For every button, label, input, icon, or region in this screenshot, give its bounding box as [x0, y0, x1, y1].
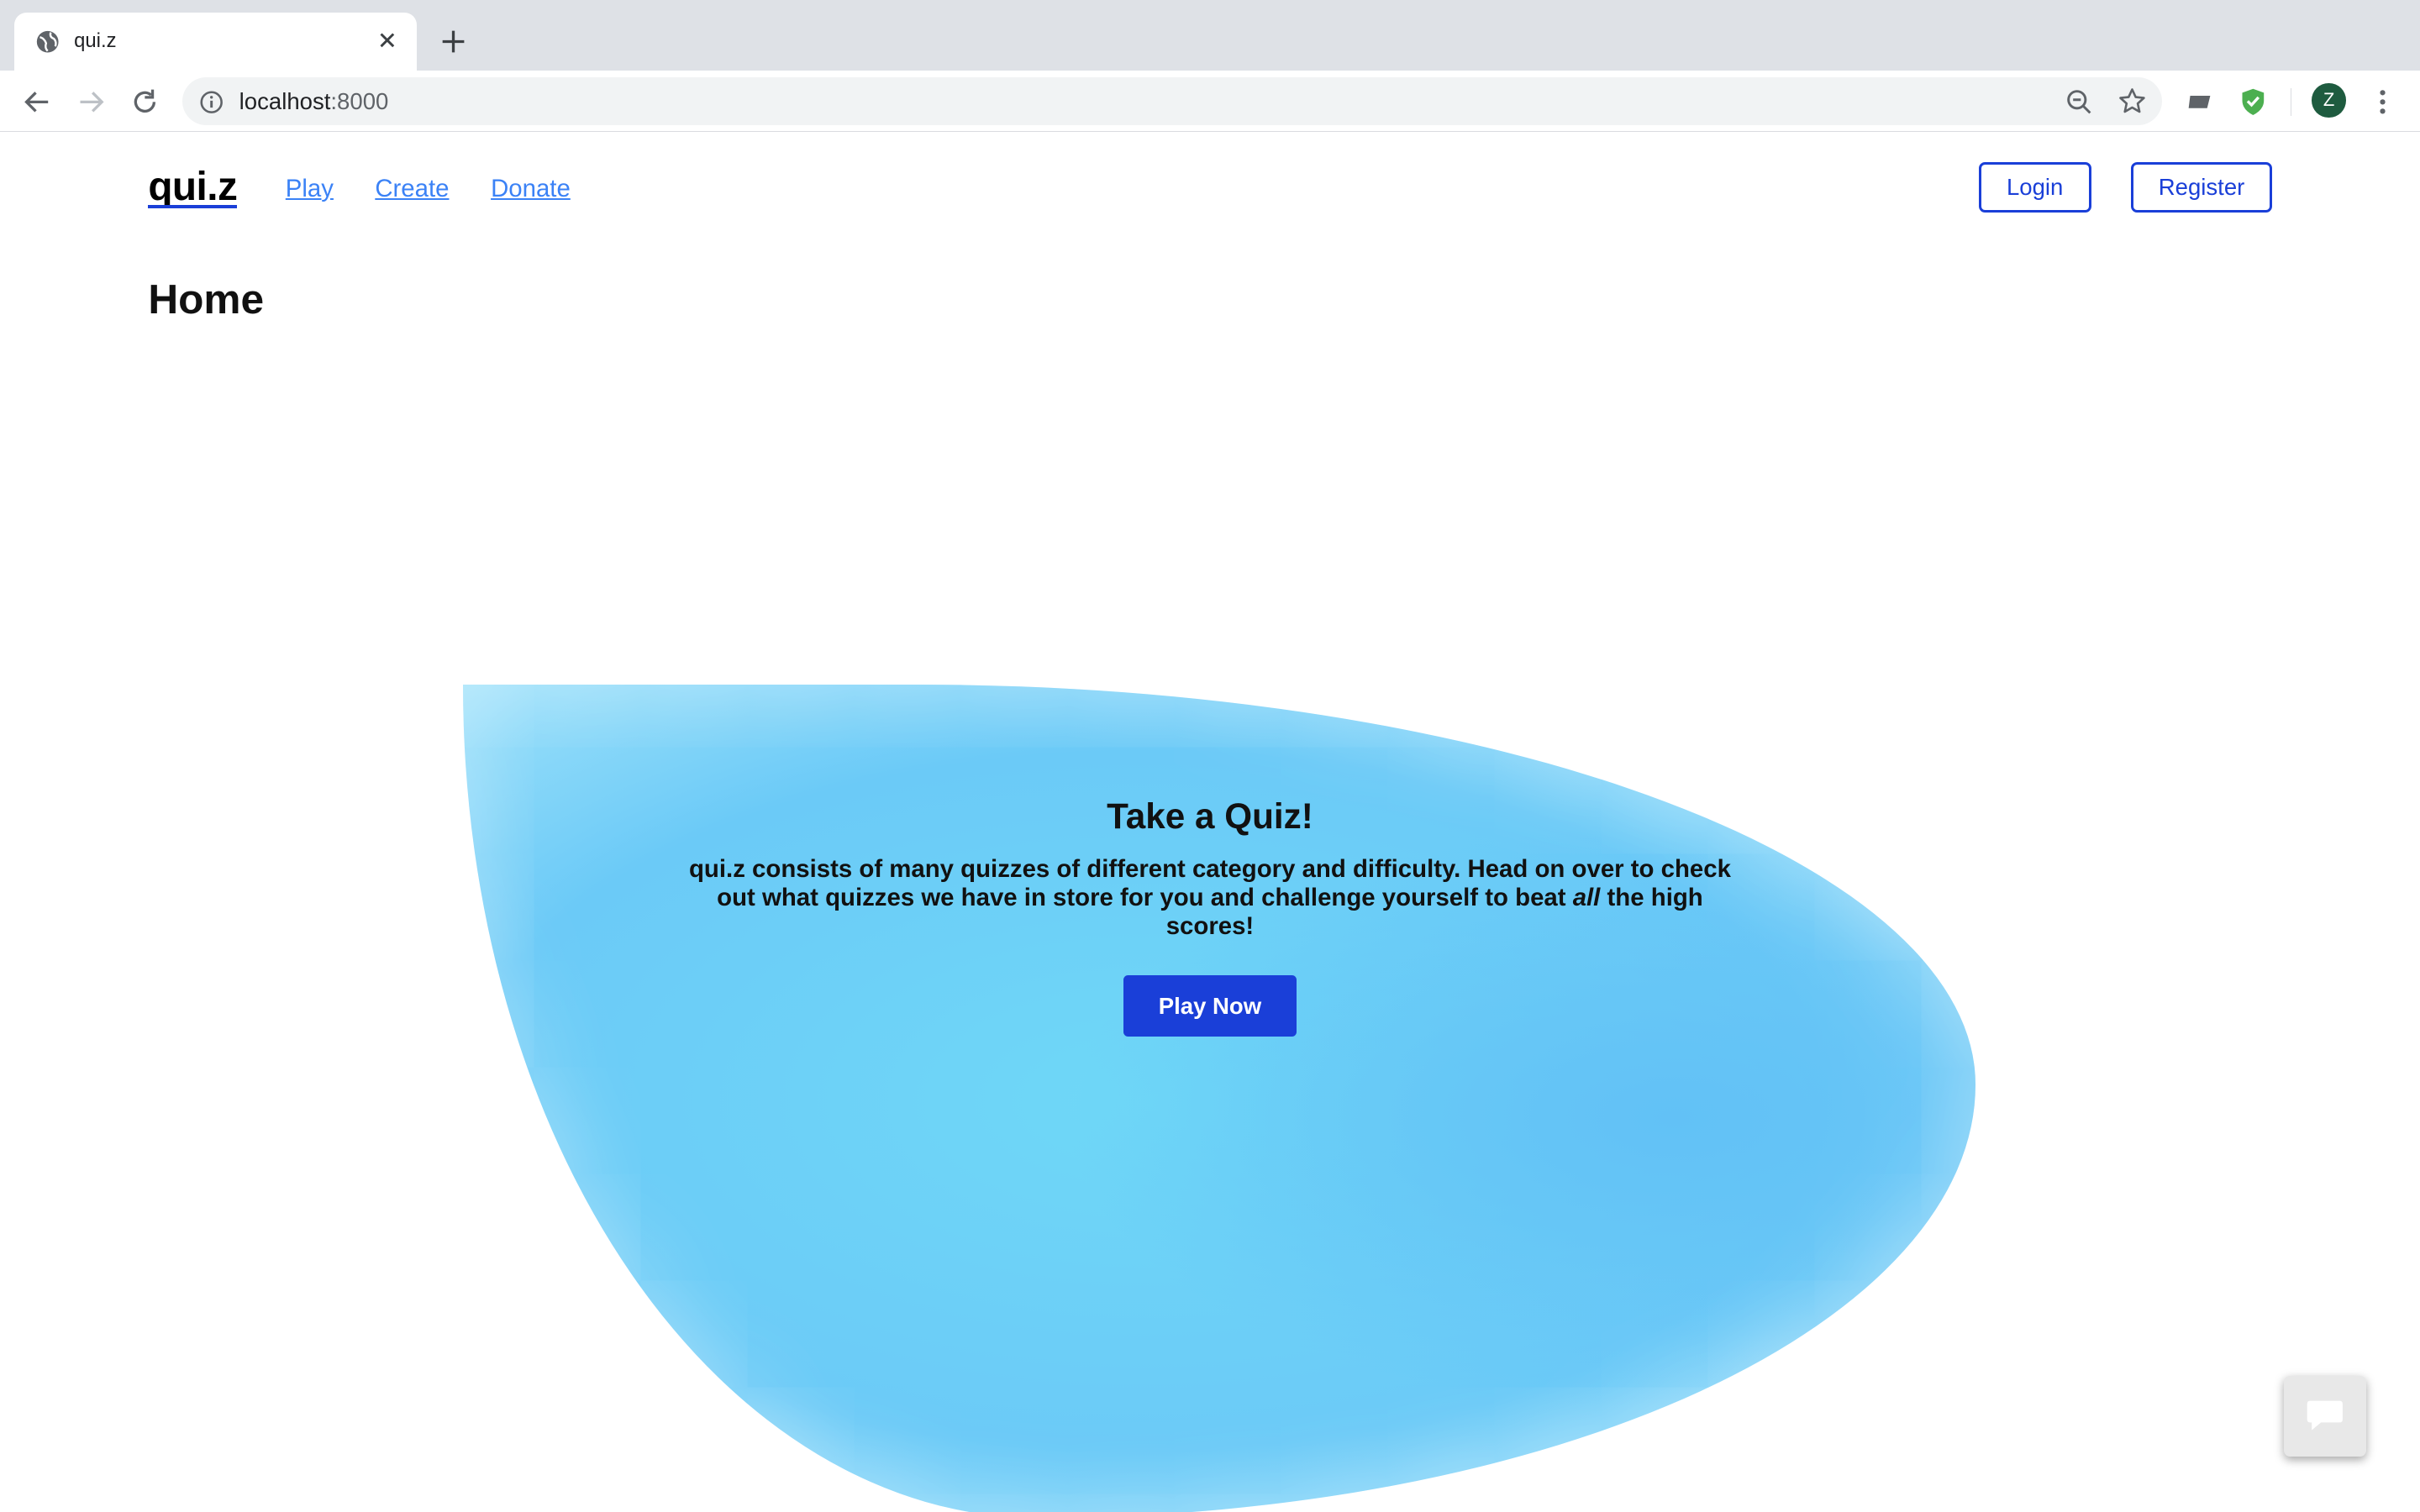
- url-text: localhost:8000: [239, 88, 389, 115]
- chat-widget-button[interactable]: [2284, 1376, 2366, 1457]
- chat-icon: [2307, 1400, 2344, 1431]
- browser-tab[interactable]: qui.z: [13, 12, 417, 71]
- hero-heading: Take a Quiz!: [1107, 795, 1313, 836]
- star-icon[interactable]: [2118, 87, 2147, 116]
- hero-text: qui.z consists of many quizzes of differ…: [670, 855, 1750, 941]
- more-icon[interactable]: [2369, 87, 2396, 118]
- play-now-button[interactable]: Play Now: [1123, 974, 1297, 1037]
- close-icon[interactable]: [376, 29, 398, 51]
- hero-text-emphasis: all: [1572, 883, 1601, 911]
- hero-section: Take a Quiz! qui.z consists of many quiz…: [670, 796, 1750, 941]
- tab-title: qui.z: [74, 29, 117, 52]
- register-button[interactable]: Register: [2131, 161, 2272, 213]
- forward-icon[interactable]: [76, 87, 107, 118]
- profile-avatar[interactable]: Z: [2312, 83, 2346, 118]
- nav-link-create[interactable]: Create: [375, 175, 449, 203]
- back-icon[interactable]: [22, 87, 53, 118]
- toolbar-separator: [2290, 87, 2292, 116]
- login-button[interactable]: Login: [1978, 161, 2091, 213]
- nav-link-donate[interactable]: Donate: [491, 175, 571, 203]
- page-title: Home: [148, 275, 265, 323]
- globe-icon: [37, 30, 59, 53]
- brand-logo[interactable]: qui.z: [148, 164, 238, 210]
- extension-icon[interactable]: [2186, 87, 2217, 118]
- page-content: qui.z Play Create Donate Login Register …: [0, 132, 2420, 1512]
- shield-icon[interactable]: [2238, 87, 2269, 118]
- zoom-icon[interactable]: [2065, 88, 2093, 116]
- browser-toolbar: localhost:8000 Z: [0, 71, 2420, 133]
- address-bar[interactable]: localhost:8000: [182, 76, 2163, 125]
- info-icon[interactable]: [199, 90, 224, 114]
- url-port: :8000: [330, 87, 389, 114]
- plus-icon[interactable]: [439, 28, 467, 55]
- browser-tabstrip: qui.z: [0, 0, 2420, 71]
- nav-link-play[interactable]: Play: [286, 175, 334, 203]
- url-host: localhost: [239, 87, 331, 114]
- reload-icon[interactable]: [129, 87, 160, 118]
